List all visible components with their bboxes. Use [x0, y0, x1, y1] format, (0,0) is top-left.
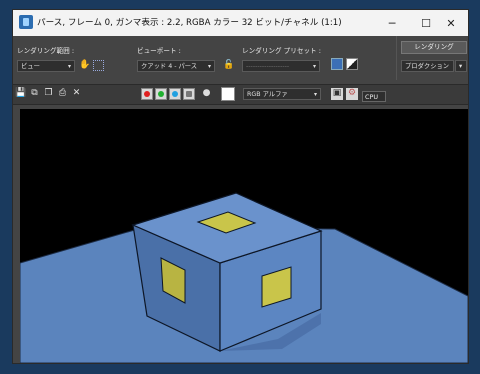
title-bar: パース, フレーム 0, ガンマ表示 : 2.2, RGBA カラー 32 ビッ… [13, 10, 468, 36]
rendered-frame-window: パース, フレーム 0, ガンマ表示 : 2.2, RGBA カラー 32 ビッ… [12, 9, 469, 364]
production-arrow-button[interactable]: ▾ [455, 60, 467, 72]
channel-dropdown[interactable]: RGB アルファ ▾ [243, 88, 321, 100]
hand-icon[interactable]: ✋ [79, 60, 90, 71]
preset-dropdown[interactable]: ------------------- ▾ [242, 60, 320, 72]
alpha-channel-button[interactable] [183, 88, 195, 100]
clone-icon[interactable]: ❐ [43, 88, 54, 99]
chevron-down-icon: ▾ [312, 63, 316, 70]
green-channel-icon [158, 91, 164, 97]
print-icon[interactable]: ⎙ [57, 88, 68, 99]
mono-icon[interactable]: ● [201, 88, 212, 99]
display-icon[interactable]: ▣ [331, 88, 343, 100]
chevron-down-icon: ▾ [207, 63, 211, 70]
render-button[interactable]: レンダリング [401, 41, 467, 54]
cpu-label: CPU [362, 91, 386, 102]
clear-icon[interactable]: ✕ [71, 88, 82, 99]
copy-icon[interactable]: ⧉ [29, 88, 40, 99]
rendered-scene [20, 192, 468, 363]
render-area-label: レンダリング範囲 : [17, 47, 75, 55]
green-channel-button[interactable] [155, 88, 167, 100]
render-area-dropdown[interactable]: ビュー ▾ [17, 60, 75, 72]
app-icon [19, 15, 33, 29]
viewport-value: クアッド 4 - パース [141, 63, 198, 70]
environment-icon[interactable] [346, 58, 358, 70]
divider [396, 36, 397, 80]
frame-toolbar: 💾 ⧉ ❐ ⎙ ✕ ● RGB アルファ ▾ ▣ ⚙ CPU [13, 84, 468, 105]
window-title: パース, フレーム 0, ガンマ表示 : 2.2, RGBA カラー 32 ビッ… [37, 18, 342, 28]
red-channel-button[interactable] [141, 88, 153, 100]
chevron-down-icon: ▾ [67, 63, 71, 70]
viewport-dropdown[interactable]: クアッド 4 - パース ▾ [137, 60, 215, 72]
production-value: プロダクション [405, 63, 450, 70]
blue-channel-icon [172, 91, 178, 97]
chevron-down-icon: ▾ [459, 63, 463, 70]
color-swatch[interactable] [221, 87, 235, 101]
chevron-down-icon: ▾ [313, 91, 317, 98]
alpha-channel-icon [186, 91, 192, 97]
close-button[interactable]: ✕ [434, 10, 468, 36]
preset-label: レンダリング プリセット : [242, 47, 321, 55]
render-area-value: ビュー [21, 63, 40, 70]
cpu-icon[interactable]: ⚙ [346, 88, 358, 100]
minimize-button[interactable]: ─ [375, 10, 409, 36]
channel-value: RGB アルファ [247, 91, 288, 98]
lock-icon[interactable]: 🔓 [223, 60, 234, 71]
viewport-label: ビューポート : [137, 47, 181, 55]
red-channel-icon [144, 91, 150, 97]
render-setup-icon[interactable] [331, 58, 343, 70]
preset-value: ------------------- [246, 63, 290, 70]
save-icon[interactable]: 💾 [15, 88, 26, 99]
render-viewport [20, 109, 468, 363]
blue-channel-button[interactable] [169, 88, 181, 100]
region-select-icon[interactable] [93, 60, 104, 71]
production-dropdown[interactable]: プロダクション [401, 60, 454, 72]
